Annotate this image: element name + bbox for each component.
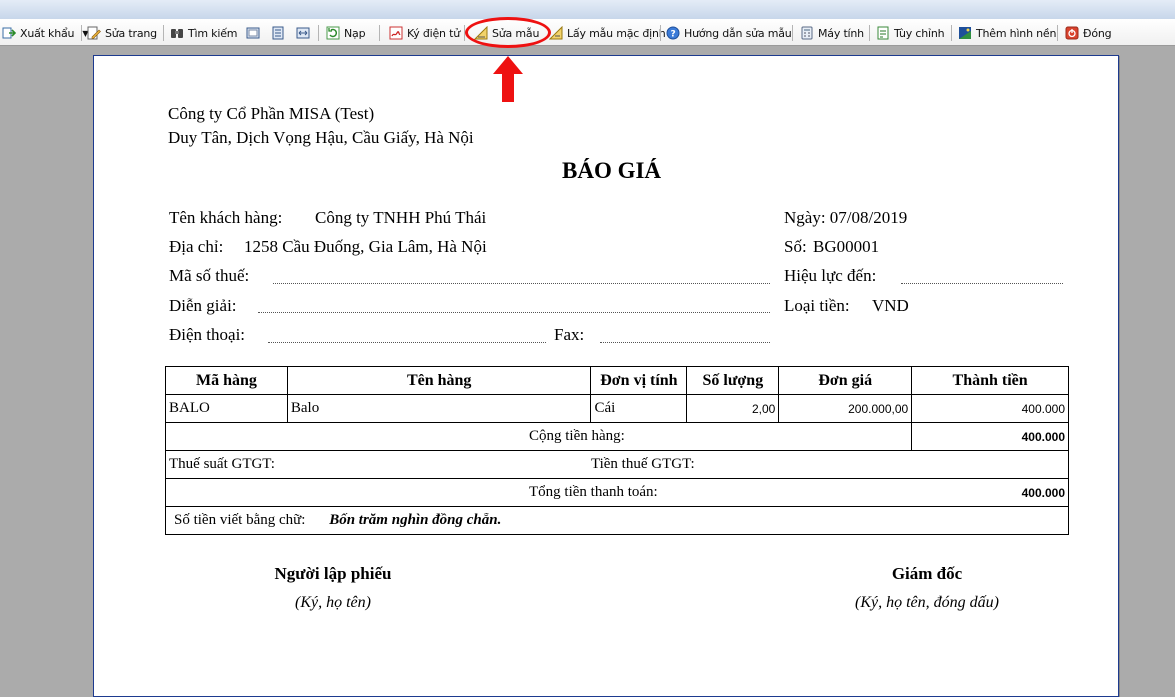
calculator-button[interactable]: Máy tính [800,24,864,42]
toolbar-separator [792,25,793,41]
toolbar-separator [660,25,661,41]
table-header-row: Mã hàng Tên hàng Đơn vị tính Số lượng Đơ… [165,366,1069,395]
fax-label: Fax: [554,325,585,344]
director-note: (Ký, họ tên, đóng dấu) [855,594,999,611]
fit-page-view-icon [296,27,310,39]
single-page-view-icon [246,27,260,39]
currency-value: VND [872,296,909,315]
customize-icon [877,26,889,40]
company-name: Công ty Cổ Phần MISA (Test) [168,104,375,123]
edit-page-button[interactable]: Sửa trang [87,24,157,42]
view-one-page-button[interactable] [246,24,264,42]
default-template-button[interactable]: Lấy mẫu mặc định [549,24,666,42]
item-unit-cell: Cái [590,394,688,423]
toolbar-separator [81,25,82,41]
vat-amount-label: Tiền thuế GTGT: [590,450,1069,479]
number-label: Số: [784,237,807,256]
date-text: Ngày: 07/08/2019 [784,208,908,227]
close-button[interactable]: Đóng [1065,24,1112,42]
valid-until-label: Hiệu lực đến: [784,266,877,285]
company-address: Duy Tân, Dịch Vọng Hậu, Cầu Giấy, Hà Nội [168,128,474,147]
calculator-icon [801,26,813,40]
address-value: 1258 Cầu Đuống, Gia Lâm, Hà Nội [244,237,487,256]
customer-value: Công ty TNHH Phú Thái [315,208,487,227]
digital-sign-button[interactable]: Ký điện tử [389,24,460,42]
preparer-signature: Người lập phiếu (Ký, họ tên) [233,564,433,612]
column-header: Mã hàng [165,366,288,395]
description-label: Diễn giải: [169,296,237,315]
currency-label: Loại tiền: [784,296,850,315]
toolbar-separator [163,25,164,41]
report-toolbar: Xuất khẩu ▼ Sửa trang Tìm kiếm Nạp Ký đi… [0,19,1175,46]
toolbar-separator [951,25,952,41]
column-header: Đơn vị tính [590,366,688,395]
description-field [258,312,770,313]
background-icon [959,27,971,39]
fax-field [600,342,770,343]
column-header: Tên hàng [286,366,592,395]
page-title: BÁO GIÁ [562,158,662,183]
template-help-button[interactable]: ? Hướng dẫn sửa mẫu [666,24,792,42]
total-row: Tổng tiền thanh toán: 400.000 [164,478,1069,507]
item-name-cell: Balo [286,394,592,423]
toolbar-separator [869,25,870,41]
item-price-cell: 200.000,00 [778,394,913,423]
subtotal-row: Cộng tiền hàng: 400.000 [164,422,1069,451]
search-button[interactable]: Tìm kiếm [170,24,237,42]
svg-text:?: ? [670,30,675,40]
preparer-note: (Ký, họ tên) [295,594,371,611]
reload-button[interactable]: Nạp [326,24,366,42]
add-background-button[interactable]: Thêm hình nền [958,24,1056,42]
close-icon [1065,26,1079,40]
toolbar-separator [318,25,319,41]
view-page-width-button[interactable] [271,24,289,42]
window-top-strip [0,0,1175,19]
customer-label: Tên khách hàng: [169,208,283,227]
number-value: BG00001 [813,237,880,256]
red-arrow-icon [493,56,523,102]
item-amount-cell: 400.000 [911,394,1069,423]
toolbar-separator [1057,25,1058,41]
default-template-icon [549,26,563,40]
export-icon [2,27,16,39]
help-icon: ? [666,26,680,40]
amount-in-words-row: Số tiền viết bằng chữ: Bốn trăm nghìn đồ… [165,506,1069,535]
valid-until-field [901,283,1063,284]
export-button[interactable]: Xuất khẩu ▼ [2,24,88,42]
phone-label: Điện thoại: [169,325,246,344]
director-title: Giám đốc [891,564,963,583]
address-label: Địa chỉ: [169,237,224,256]
customize-button[interactable]: Tùy chỉnh [876,24,945,42]
item-code-cell: BALO [165,394,288,423]
item-quantity-cell: 2,00 [686,394,780,423]
toolbar-separator [379,25,380,41]
digital-sign-icon [389,26,403,40]
highlight-circle [465,17,551,48]
total-value: 400.000 [911,478,1069,507]
amount-in-words-value: Bốn trăm nghìn đồng chẵn. [329,512,502,528]
total-label: Tổng tiền thanh toán: [164,478,912,507]
column-header: Đơn giá [778,366,913,395]
view-fit-button[interactable] [296,24,314,42]
table-row: BALO Balo Cái 2,00 200.000,00 400.000 [165,394,1069,423]
items-table: Mã hàng Tên hàng Đơn vị tính Số lượng Đơ… [164,366,1069,535]
subtotal-value: 400.000 [911,422,1069,451]
tax-code-field [273,283,770,284]
phone-field [268,342,546,343]
edit-page-icon [87,26,101,40]
tax-code-label: Mã số thuế: [169,266,250,285]
page-width-view-icon [272,26,284,40]
column-header: Số lượng [686,366,780,395]
refresh-icon [326,26,340,40]
amount-in-words-label: Số tiền viết bằng chữ: [174,512,306,528]
amount-in-words-cell: Số tiền viết bằng chữ: Bốn trăm nghìn đồ… [165,506,1069,535]
subtotal-label: Cộng tiền hàng: [164,422,913,451]
column-header: Thành tiền [911,366,1069,395]
preparer-title: Người lập phiếu [274,564,392,583]
vat-row: Thuế suất GTGT: Tiền thuế GTGT: [164,450,1069,479]
binoculars-icon [171,29,183,38]
director-signature: Giám đốc (Ký, họ tên, đóng dấu) [812,564,1042,612]
vat-rate-label: Thuế suất GTGT: [164,450,591,479]
